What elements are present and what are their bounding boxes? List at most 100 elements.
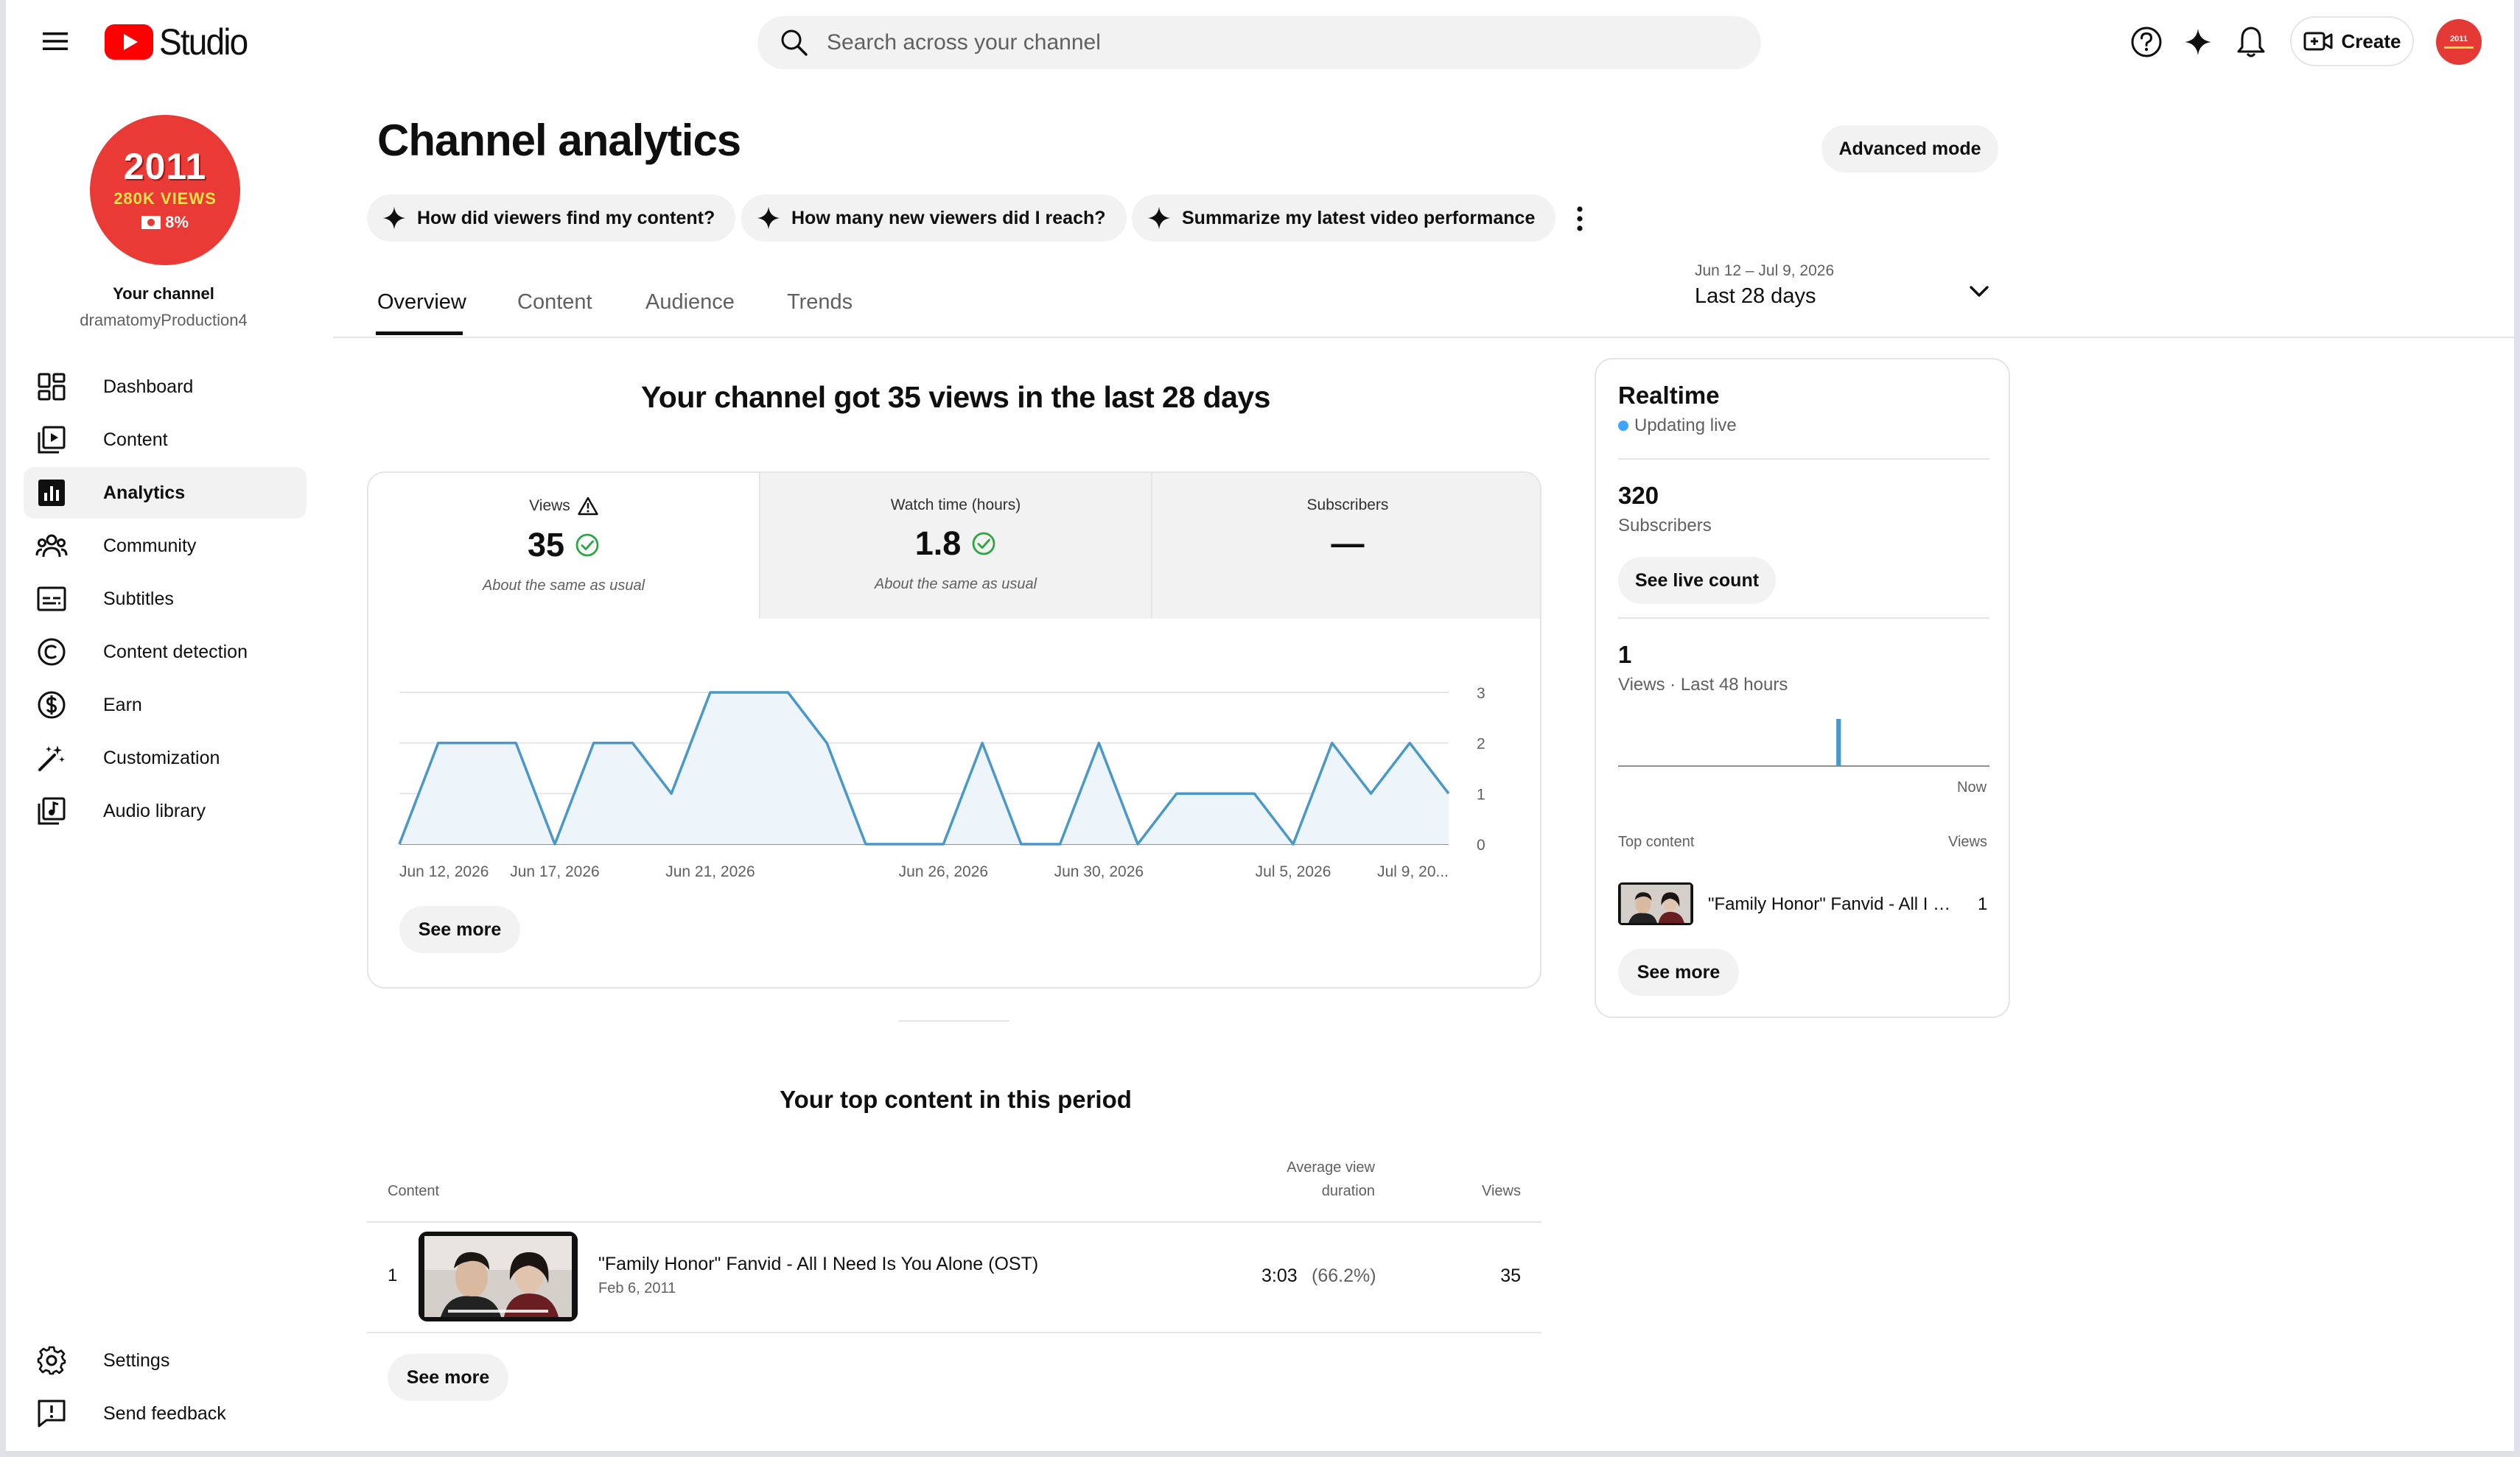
realtime-views-bar-chart[interactable] — [1618, 717, 1989, 776]
chip-label: Summarize my latest video performance — [1182, 207, 1536, 228]
metric-label-row: Views — [368, 496, 759, 516]
content-icon — [35, 424, 68, 456]
sparkle-icon — [382, 206, 406, 230]
video-thumbnail[interactable] — [419, 1232, 578, 1321]
youtube-logo-icon — [105, 24, 153, 60]
sidebar-item-label: Content detection — [103, 641, 248, 662]
realtime-see-more-button[interactable]: See more — [1618, 949, 1739, 996]
sidebar-item-audio-library[interactable]: Audio library — [24, 785, 307, 837]
video-title[interactable]: "Family Honor" Fanvid - All I Need Is Yo… — [598, 1254, 1038, 1275]
sidebar-item-label: Analytics — [103, 482, 186, 503]
sidebar-item-community[interactable]: Community — [24, 520, 307, 572]
realtime-chart-bar[interactable] — [1836, 719, 1841, 766]
chart-series-line — [398, 691, 1450, 846]
community-icon — [35, 530, 68, 562]
account-avatar[interactable]: 2011 — [2436, 19, 2482, 65]
date-period-label[interactable]: Last 28 days — [1695, 284, 1816, 309]
metric-subscribers-tab[interactable]: Subscribers — — [1151, 473, 1540, 619]
sidebar: 2011 280K VIEWS 8% Your channel dramatom… — [0, 82, 324, 1457]
avatar-views: 280K VIEWS — [113, 189, 217, 208]
realtime-views-value: 1 — [1618, 641, 1632, 668]
chart-see-more-button[interactable]: See more — [399, 906, 520, 953]
realtime-video-thumbnail[interactable] — [1618, 882, 1693, 925]
your-channel-label: Your channel — [113, 284, 214, 303]
realtime-title: Realtime — [1618, 382, 1720, 409]
chip-label: How did viewers find my content? — [417, 207, 715, 228]
metric-subtext: About the same as usual — [874, 576, 1037, 592]
tab-audience[interactable]: Audience — [645, 290, 735, 315]
studio-app: Studio Create 2011 2 0 — [0, 0, 2520, 1457]
sparkle-icon — [1147, 206, 1171, 230]
sidebar-item-label: Dashboard — [103, 376, 194, 397]
avatar-pct-row: 8% — [141, 213, 189, 232]
metric-value-row: 35 — [368, 526, 759, 564]
col-header-content: Content — [388, 1183, 440, 1199]
overview-card: Views 35 About the same as usual Watch t… — [367, 471, 1541, 989]
suggestion-chip-summarize[interactable]: Summarize my latest video performance — [1132, 194, 1556, 242]
sidebar-item-send-feedback[interactable]: Send feedback — [24, 1388, 307, 1439]
sidebar-item-dashboard[interactable]: Dashboard — [24, 361, 307, 412]
metric-views-tab[interactable]: Views 35 About the same as usual — [368, 473, 759, 619]
sidebar-item-label: Subtitles — [103, 588, 174, 609]
chart-y-tick-label: 0 — [1477, 837, 1485, 854]
chip-label: How many new viewers did I reach? — [791, 207, 1106, 228]
tab-overview[interactable]: Overview — [377, 290, 466, 315]
views-line-chart[interactable]: 0 1 2 3 Jun 12, 2026 Jun 17, 2026 Jun 21, 2026… — [368, 619, 1541, 906]
sidebar-item-content-detection[interactable]: Content detection — [24, 626, 307, 678]
create-button[interactable]: Create — [2290, 16, 2414, 66]
tab-trends[interactable]: Trends — [787, 290, 853, 315]
menu-icon[interactable] — [37, 27, 74, 56]
chevron-down-icon[interactable] — [1966, 278, 1992, 309]
notifications-bell-icon[interactable] — [2231, 22, 2271, 62]
realtime-live-label: Updating live — [1634, 415, 1737, 435]
col-header-avd-line1[interactable]: Average view — [1223, 1159, 1375, 1176]
realtime-divider — [1618, 617, 1989, 619]
col-header-avd-line2[interactable]: duration — [1223, 1183, 1375, 1200]
warning-icon — [578, 496, 598, 516]
realtime-now-label: Now — [1957, 779, 1987, 796]
chart-y-tick-label: 2 — [1477, 736, 1485, 753]
more-options-icon[interactable] — [1565, 200, 1595, 237]
copyright-icon — [35, 636, 68, 668]
avatar-small-stripe — [2444, 46, 2474, 49]
chart-y-tick-label: 3 — [1477, 685, 1485, 702]
search-input[interactable] — [827, 30, 1637, 55]
studio-logo[interactable]: Studio — [105, 21, 255, 63]
channel-avatar[interactable]: 2011 280K VIEWS 8% — [90, 115, 240, 265]
sidebar-item-content[interactable]: Content — [24, 414, 307, 466]
tab-content[interactable]: Content — [517, 290, 592, 315]
col-header-views[interactable]: Views — [1422, 1183, 1521, 1200]
realtime-video-views: 1 — [1978, 894, 1988, 914]
advanced-mode-button[interactable]: Advanced mode — [1821, 125, 1998, 172]
help-icon[interactable] — [2128, 24, 2165, 60]
window-edge-bottom — [0, 1451, 2520, 1457]
search-icon — [780, 28, 809, 57]
date-range-text[interactable]: Jun 12 – Jul 9, 2026 — [1695, 262, 1834, 280]
analytics-icon — [35, 477, 68, 509]
realtime-video-title[interactable]: "Family Honor" Fanvid - All I Need Is Yo… — [1708, 894, 1951, 915]
avd-percent: (66.2%) — [1312, 1265, 1376, 1286]
channel-handle: dramatomyProduction4 — [80, 311, 248, 329]
sidebar-item-settings[interactable]: Settings — [24, 1335, 307, 1386]
suggestion-chip-new-viewers[interactable]: How many new viewers did I reach? — [741, 194, 1127, 242]
realtime-views-label: Views · Last 48 hours — [1618, 675, 1788, 695]
sidebar-item-earn[interactable]: Earn — [24, 679, 307, 731]
suggestion-chip-find-content[interactable]: How did viewers find my content? — [367, 194, 736, 242]
check-circle-icon — [972, 532, 995, 555]
metric-value: — — [1331, 524, 1365, 562]
sidebar-item-customization[interactable]: Customization — [24, 732, 307, 784]
see-live-count-button[interactable]: See live count — [1618, 557, 1776, 604]
realtime-subscribers-value: 320 — [1618, 482, 1659, 509]
realtime-card: Realtime Updating live 320 Subscribers S… — [1595, 358, 2010, 1018]
top-content-see-more-button[interactable]: See more — [388, 1354, 508, 1401]
sidebar-item-analytics[interactable]: Analytics — [24, 467, 307, 519]
metric-label: Views — [529, 497, 570, 514]
views-headline: Your channel got 35 views in the last 28… — [641, 380, 1270, 414]
realtime-divider — [1618, 458, 1989, 460]
sidebar-item-subtitles[interactable]: Subtitles — [24, 573, 307, 625]
metric-watch-time-tab[interactable]: Watch time (hours) 1.8 About the same as… — [759, 473, 1151, 619]
sparkle-icon[interactable] — [2180, 24, 2216, 60]
search-bar[interactable] — [757, 16, 1761, 69]
subtitles-icon — [35, 583, 68, 615]
metric-label-row: Subscribers — [1152, 496, 1540, 514]
